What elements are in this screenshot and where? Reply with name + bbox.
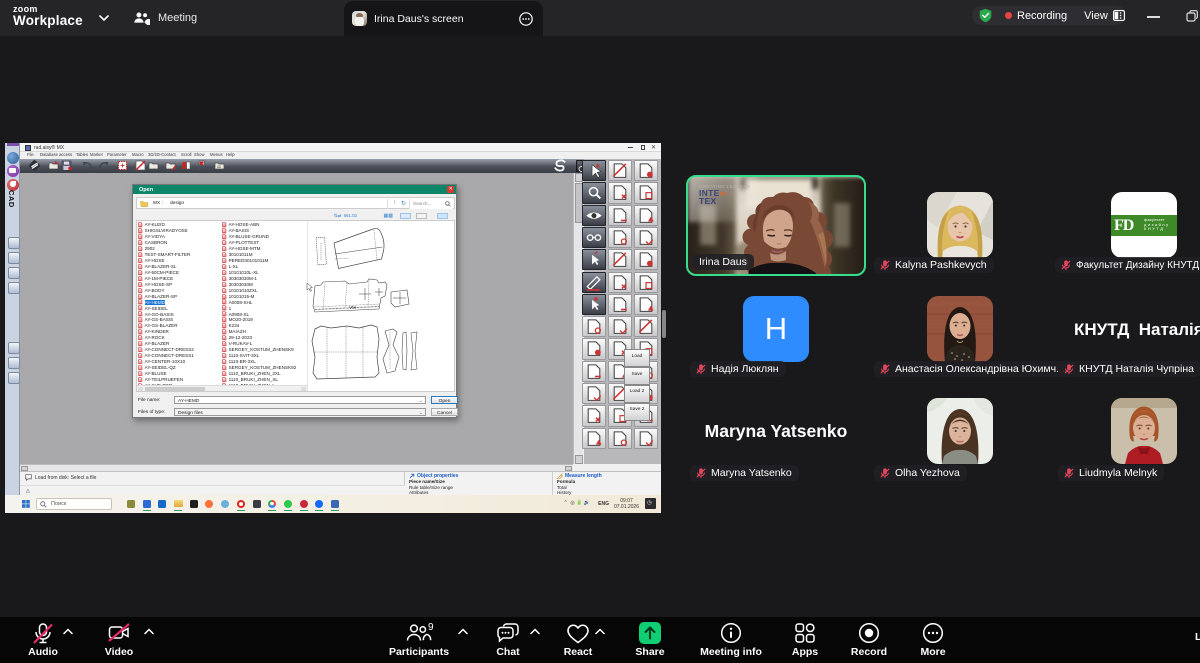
svg-text:VM: VM: [349, 305, 356, 310]
svg-text:9: 9: [428, 622, 434, 633]
